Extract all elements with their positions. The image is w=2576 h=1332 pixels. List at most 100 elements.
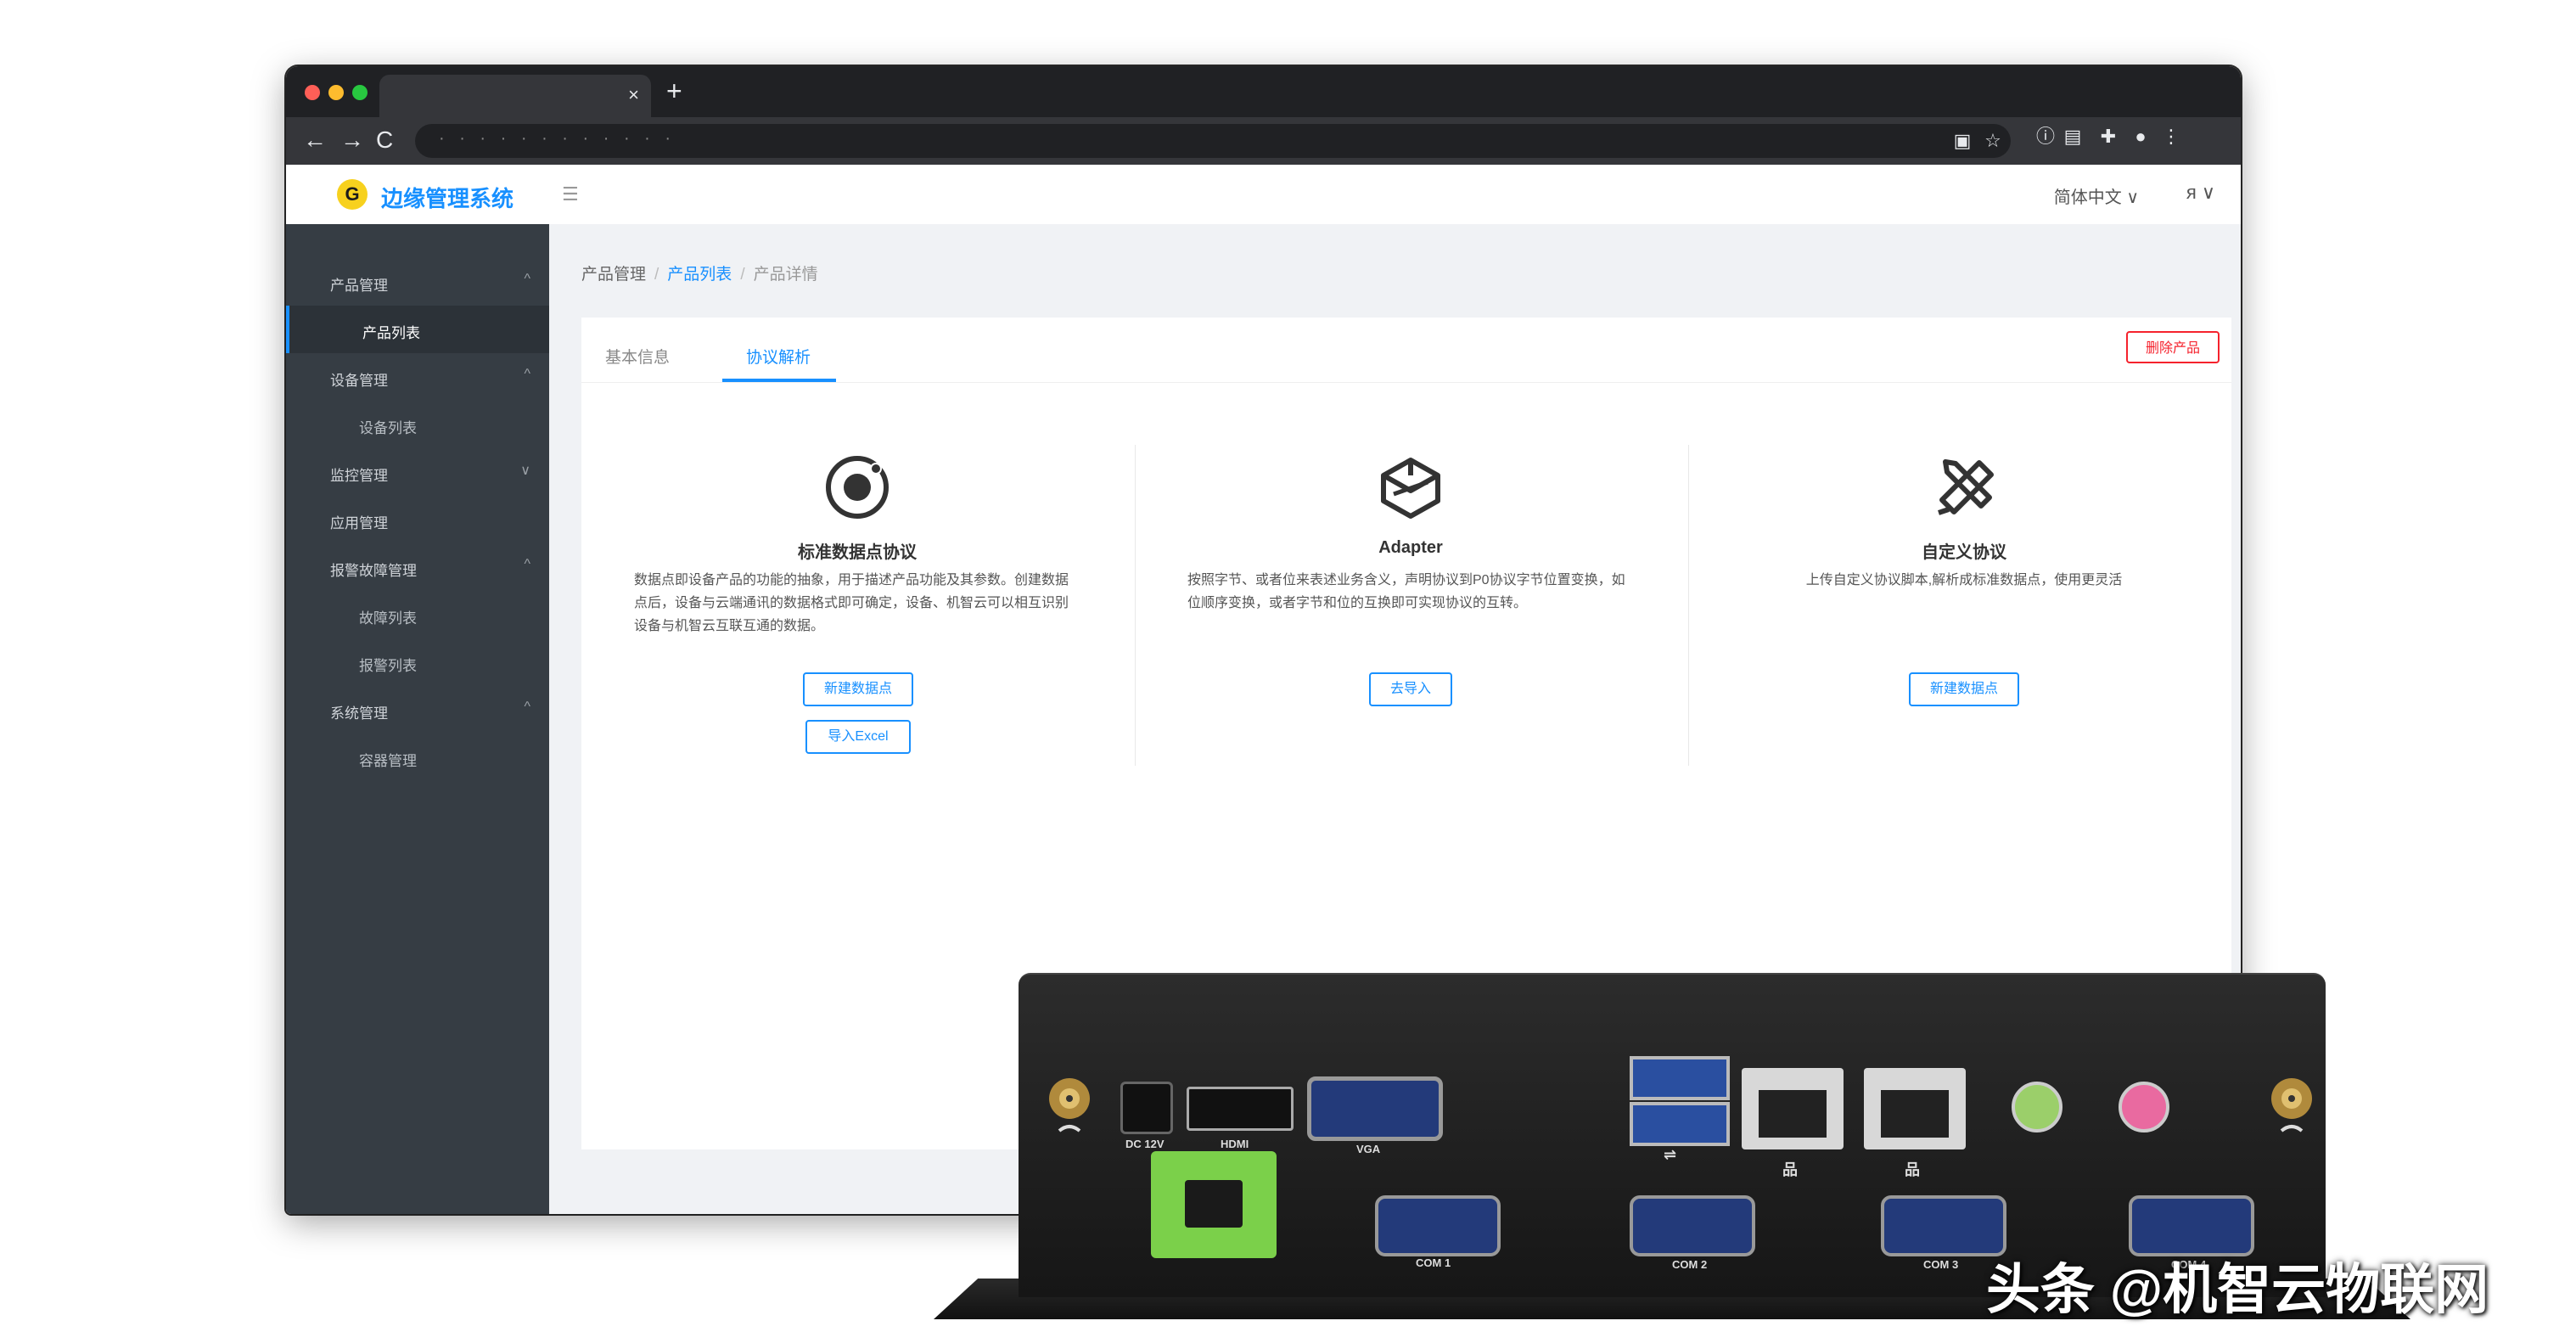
vga-port	[1307, 1076, 1443, 1141]
com2-port	[1630, 1195, 1755, 1256]
sidebar-item-fault-list[interactable]: 故障列表	[286, 591, 549, 638]
maximize-window-button[interactable]	[352, 85, 368, 100]
power-terminal-block	[1151, 1151, 1277, 1258]
forward-arrow-icon[interactable]: →	[340, 126, 364, 155]
breadcrumb-separator: /	[654, 266, 659, 284]
extensions-puzzle-icon[interactable]: ✚	[2097, 126, 2119, 148]
breadcrumb: 产品管理 / 产品列表 / 产品详情	[581, 261, 818, 284]
address-bar[interactable]: · · · · · · · · · · · · ▣ ☆	[415, 124, 2011, 158]
chevron-up-icon: ^	[524, 557, 530, 571]
sidebar-group-label: 设备管理	[330, 373, 388, 389]
tab-strip: × +	[286, 66, 2241, 117]
tab-close-icon[interactable]: ×	[628, 85, 639, 105]
sidebar-item-alarm-list[interactable]: 报警列表	[286, 638, 549, 686]
audio-out-jack	[2012, 1082, 2062, 1132]
new-custom-datapoint-button[interactable]: 新建数据点	[1909, 672, 2019, 706]
breadcrumb-product-detail: 产品详情	[753, 266, 818, 284]
protocol-title: 标准数据点协议	[798, 543, 917, 562]
hdmi-label: HDMI	[1221, 1138, 1249, 1150]
sidebar-item-container-mgmt[interactable]: 容器管理	[286, 733, 549, 781]
sidebar-item-label: 故障列表	[359, 610, 417, 627]
chevron-down-icon: ∨	[520, 464, 530, 478]
protocol-custom-card: 自定义协议 上传自定义协议脚本,解析成标准数据点，使用更灵活 新建数据点	[1688, 445, 2240, 801]
protocol-description: 上传自定义协议脚本,解析成标准数据点，使用更灵活	[1805, 573, 2123, 587]
sidebar-group-device[interactable]: 设备管理 ^	[286, 353, 549, 401]
sidebar-group-label: 应用管理	[330, 515, 388, 531]
cube-icon	[1381, 458, 1440, 519]
new-datapoint-button[interactable]: 新建数据点	[803, 672, 913, 706]
watermark-text: 头条 @机智云物联网	[1986, 1259, 2489, 1320]
close-window-button[interactable]	[305, 85, 320, 100]
sidebar-group-label: 产品管理	[330, 278, 388, 294]
profile-icon[interactable]: ●	[2130, 126, 2152, 148]
address-text: · · · · · · · · · · · ·	[439, 129, 676, 148]
sidebar-item-label: 设备列表	[359, 420, 417, 436]
lan-port-1	[1742, 1068, 1844, 1149]
reload-icon[interactable]: C	[376, 126, 393, 155]
lan-port-2	[1864, 1068, 1966, 1149]
mic-in-jack	[2119, 1082, 2169, 1132]
tab-protocol-parsing[interactable]: 协议解析	[746, 345, 811, 368]
go-import-button[interactable]: 去导入	[1369, 672, 1452, 706]
import-excel-button[interactable]: 导入Excel	[805, 720, 911, 754]
delete-product-button[interactable]: 删除产品	[2126, 331, 2220, 363]
lan-symbol-2: 品	[1905, 1161, 1920, 1178]
app-logo: G	[337, 179, 368, 210]
active-tab-indicator	[722, 379, 836, 382]
sidebar-group-product[interactable]: 产品管理 ^	[286, 258, 549, 306]
info-icon[interactable]: ⓘ	[2034, 126, 2057, 148]
hdmi-port	[1187, 1087, 1294, 1131]
browser-tab[interactable]: ×	[379, 75, 651, 117]
usb-port-bottom	[1630, 1102, 1730, 1146]
vga-label: VGA	[1356, 1143, 1381, 1155]
kebab-menu-icon[interactable]: ⋮	[2160, 126, 2182, 148]
chevron-up-icon: ^	[524, 272, 530, 286]
lan-symbol-1: 品	[1782, 1161, 1798, 1178]
detail-tabs: 基本信息 协议解析 删除产品	[581, 318, 2231, 383]
sidebar: 产品管理 ^ 产品列表 设备管理 ^ 设备列表 监控管理 ∨ 应用管理 报警故障…	[286, 224, 553, 1214]
sidebar-group-label: 系统管理	[330, 705, 388, 722]
sidebar-group-system[interactable]: 系统管理 ^	[286, 686, 549, 733]
sidebar-group-application[interactable]: 应用管理	[286, 496, 549, 543]
sidebar-group-label: 报警故障管理	[330, 563, 417, 579]
antenna-connector-left	[1049, 1078, 1090, 1132]
translate-icon[interactable]: ▣	[1951, 130, 1973, 152]
sidebar-item-label: 产品列表	[362, 325, 420, 341]
dc-label: DC 12V	[1125, 1138, 1165, 1150]
com3-label: COM 3	[1923, 1258, 1959, 1271]
system-title: 边缘管理系统	[381, 186, 514, 211]
language-select[interactable]: 简体中文 ∨	[2054, 183, 2139, 208]
dc-jack	[1120, 1082, 1173, 1134]
com1-label: COM 1	[1416, 1256, 1451, 1269]
usb-port-top	[1630, 1056, 1730, 1100]
user-menu[interactable]: ᴙ ∨	[2186, 182, 2215, 204]
bookmark-star-icon[interactable]: ☆	[1982, 130, 2004, 152]
sidebar-item-product-list[interactable]: 产品列表	[286, 306, 553, 353]
new-tab-button[interactable]: +	[666, 76, 682, 105]
back-arrow-icon[interactable]: ←	[303, 126, 327, 155]
protocol-title: Adapter	[1378, 538, 1443, 557]
antenna-connector-right	[2271, 1078, 2312, 1132]
ruler-pencil-icon	[1938, 459, 1994, 515]
usb-symbol: ⇌	[1664, 1146, 1677, 1163]
protocol-adapter-card: Adapter 按照字节、或者位来表述业务含义，声明协议到P0协议字节位置变换，…	[1135, 445, 1686, 801]
sidebar-group-monitor[interactable]: 监控管理 ∨	[286, 448, 549, 496]
chevron-up-icon: ^	[524, 367, 530, 381]
protocol-description: 按照字节、或者位来表述业务含义，声明协议到P0协议字节位置变换，如位顺序变换，或…	[1187, 573, 1625, 610]
sidebar-item-label: 报警列表	[359, 658, 417, 674]
collapse-menu-icon[interactable]: ☰	[562, 183, 579, 205]
protocol-description: 数据点即设备产品的功能的抽象，用于描述产品功能及其参数。创建数据点后，设备与云端…	[634, 573, 1069, 633]
browser-toolbar: ← → C · · · · · · · · · · · · ▣ ☆ ⓘ ▤ ✚ …	[286, 117, 2241, 165]
minimize-window-button[interactable]	[328, 85, 344, 100]
chevron-up-icon: ^	[524, 700, 530, 714]
com1-port	[1375, 1195, 1501, 1256]
reader-icon[interactable]: ▤	[2062, 126, 2084, 148]
sidebar-group-alarm-fault[interactable]: 报警故障管理 ^	[286, 543, 549, 591]
breadcrumb-product-mgmt[interactable]: 产品管理	[581, 266, 646, 284]
protocol-title: 自定义协议	[1922, 543, 2006, 562]
breadcrumb-product-list[interactable]: 产品列表	[667, 266, 732, 284]
tab-basic-info[interactable]: 基本信息	[605, 345, 670, 368]
protocol-standard-card: 标准数据点协议 数据点即设备产品的功能的抽象，用于描述产品功能及其参数。创建数据…	[581, 445, 1133, 801]
sidebar-item-device-list[interactable]: 设备列表	[286, 401, 549, 448]
com2-label: COM 2	[1672, 1258, 1708, 1271]
